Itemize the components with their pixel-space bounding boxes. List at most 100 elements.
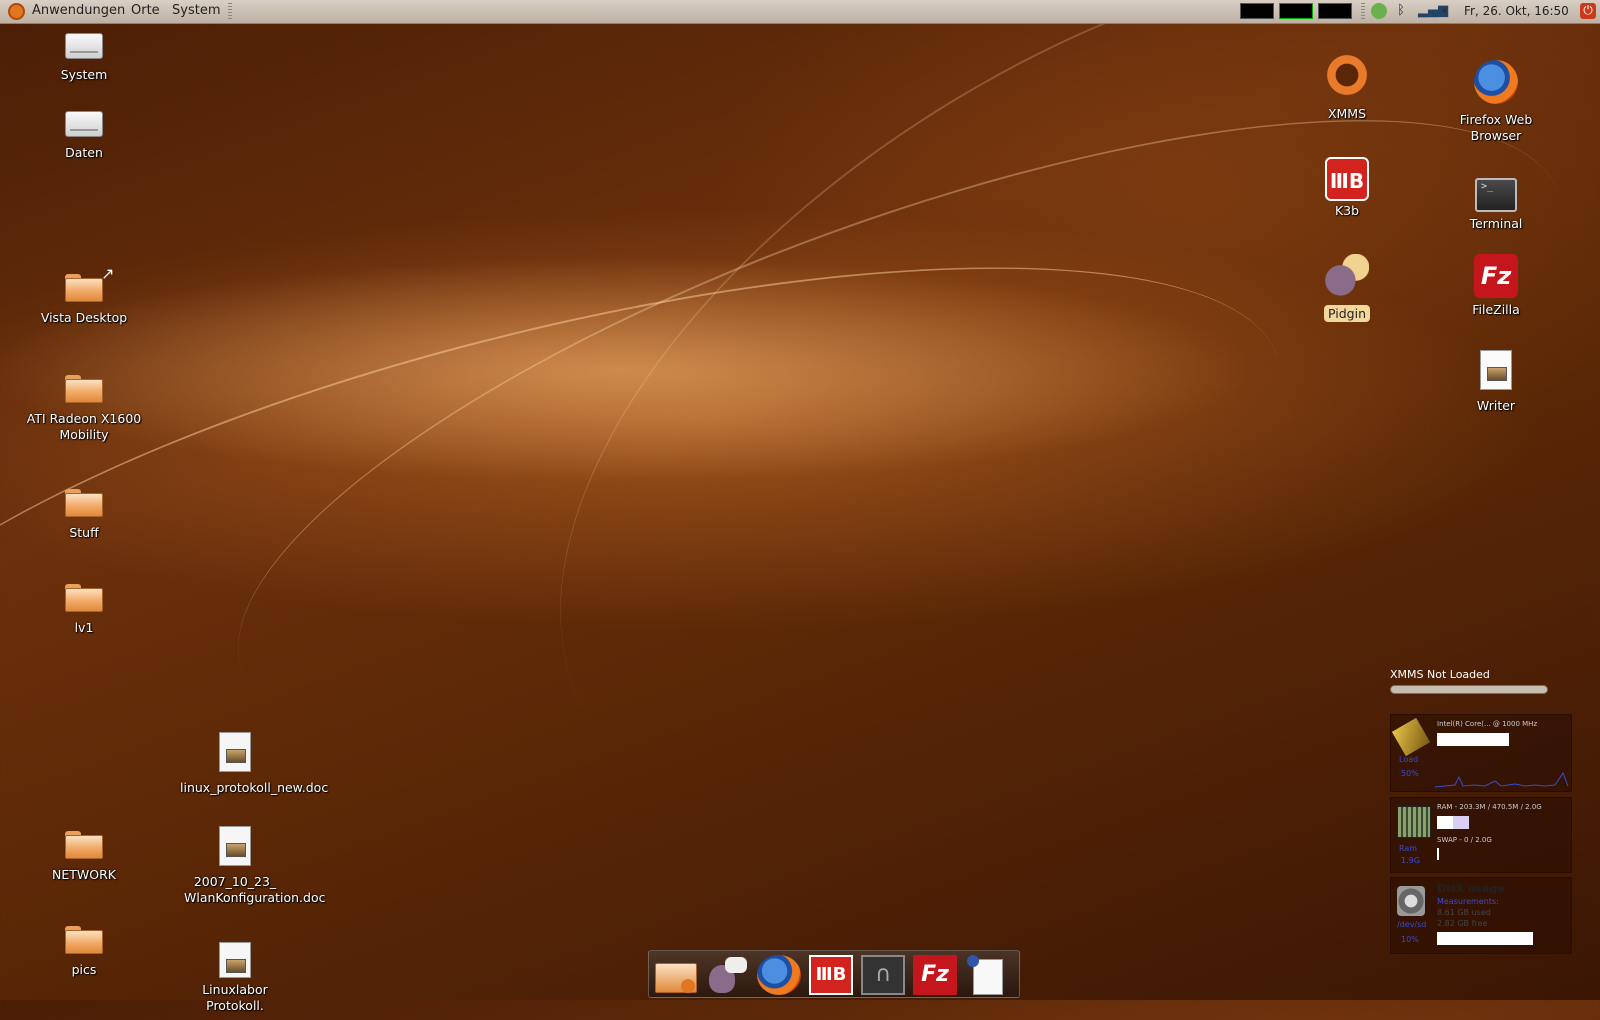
document-icon <box>219 942 251 978</box>
desktop-icon-terminal[interactable]: >_ Terminal <box>1436 178 1556 232</box>
dock-k3b-icon[interactable]: ⅢB <box>809 955 853 995</box>
wallpaper-swoosh <box>170 0 1600 869</box>
conky-disk-widget: Disk usage Measurements: 8.61 GB used 2.… <box>1390 877 1572 954</box>
desktop-icon-vista-desktop[interactable]: ↗ Vista Desktop <box>24 264 144 326</box>
cpu-load-value: 50% <box>1401 769 1419 778</box>
desktop-icon-stuff[interactable]: Stuff <box>24 487 144 541</box>
desktop-icon-pics[interactable]: pics <box>24 924 144 978</box>
ubuntu-circle-icon <box>1324 52 1370 98</box>
top-panel: Anwendungen Orte System ᛒ ▂▄▆ 🔈︎ Fr, 26.… <box>0 0 1600 24</box>
folder-icon <box>65 373 103 403</box>
icon-label: Writer <box>1476 398 1516 413</box>
cpu-load-graph <box>1435 771 1569 788</box>
desktop-icon-firefox[interactable]: Firefox Web Browser <box>1436 60 1556 144</box>
power-icon[interactable]: ⏻ <box>1580 3 1596 19</box>
volume-icon[interactable]: 🔈︎ <box>1442 3 1458 19</box>
folder-icon <box>65 582 103 612</box>
dock-network-manager-icon[interactable]: ∩ <box>861 955 905 995</box>
desktop-icon-writer[interactable]: Writer <box>1436 350 1556 414</box>
memory-monitor-applet[interactable] <box>1279 3 1313 19</box>
dock-firefox-icon[interactable] <box>757 955 801 995</box>
xmms-status: XMMS Not Loaded <box>1390 668 1490 681</box>
icon-label: linux_protokoll_new.doc <box>180 780 329 795</box>
disk-free: 2.82 GB free <box>1437 919 1488 928</box>
status-icon[interactable] <box>1371 3 1387 19</box>
icon-label: K3b <box>1334 203 1360 218</box>
link-arrow-icon: ↗ <box>101 264 115 283</box>
panel-clock[interactable]: Fr, 26. Okt, 16:50 <box>1464 4 1569 18</box>
ram-module-icon <box>1397 806 1431 838</box>
dock-writer-icon[interactable] <box>965 955 1009 995</box>
icon-label: 2007_10_23_ WlanKonfiguration.doc <box>184 874 326 905</box>
desktop-icon-daten[interactable]: Daten <box>24 107 144 161</box>
drive-icon <box>65 111 103 137</box>
desktop-file-wlan-konfiguration[interactable]: 2007_10_23_ WlanKonfiguration.doc <box>172 826 326 906</box>
icon-label: Stuff <box>69 525 99 540</box>
cpu-load-bar <box>1437 733 1509 746</box>
document-icon <box>219 826 251 866</box>
dock-pidgin-icon[interactable] <box>705 955 749 995</box>
signal-strength-icon[interactable]: ▂▄▆ <box>1418 3 1448 19</box>
drive-icon <box>65 33 103 59</box>
panel-drag-handle[interactable] <box>228 3 232 20</box>
cpu-chip-icon <box>1391 717 1431 757</box>
ram-label: Ram <box>1399 844 1418 853</box>
icon-label: Daten <box>65 145 103 160</box>
folder-icon <box>65 487 103 517</box>
conky-ram-widget: RAM - 203.3M / 470.5M / 2.0G SWAP - 0 / … <box>1390 797 1572 873</box>
icon-label: pics <box>71 962 97 977</box>
folder-icon <box>65 829 103 859</box>
dock-filezilla-icon[interactable]: Fz <box>913 955 957 995</box>
desktop-icon-xmms[interactable]: XMMS <box>1287 52 1407 122</box>
disk-usage-bar <box>1437 932 1533 945</box>
disk-measurements-label: Measurements: <box>1437 897 1499 906</box>
xmms-progress-bar[interactable] <box>1390 685 1548 694</box>
folder-link-icon: ↗ <box>65 264 114 302</box>
bluetooth-icon[interactable]: ᛒ <box>1393 3 1409 19</box>
hard-disk-icon <box>1397 886 1425 916</box>
icon-label: ATI Radeon X1600 Mobility <box>26 411 142 442</box>
pidgin-icon <box>1325 254 1369 298</box>
disk-title: Disk usage <box>1437 882 1505 895</box>
ubuntu-logo-icon[interactable] <box>8 3 25 20</box>
document-icon <box>219 732 251 772</box>
writer-document-icon <box>1480 350 1512 390</box>
swap-usage-bar <box>1437 848 1439 860</box>
menu-orte[interactable]: Orte <box>131 3 160 18</box>
ram-usage-bar <box>1437 816 1469 829</box>
pidgin-label: Pidgin <box>1323 305 1370 322</box>
folder-icon <box>65 924 103 954</box>
icon-label: Vista Desktop <box>40 310 128 325</box>
dock-home-folder-icon[interactable] <box>653 955 697 995</box>
desktop-file-linux-protokoll[interactable]: linux_protokoll_new.doc <box>172 732 329 796</box>
desktop-icon-k3b[interactable]: ⅢB K3b <box>1287 157 1407 219</box>
icon-label: Firefox Web Browser <box>1459 112 1533 143</box>
icon-label: System <box>60 67 108 82</box>
cpu-load-label: Load <box>1399 755 1419 764</box>
icon-label: FileZilla <box>1472 302 1520 317</box>
network-monitor-applet[interactable] <box>1318 3 1352 19</box>
icon-label: XMMS <box>1327 106 1367 121</box>
icon-label: Linuxlabor Protokoll. <box>202 982 268 1013</box>
desktop-icon-lv1[interactable]: lv1 <box>24 582 144 636</box>
cpu-monitor-applet[interactable] <box>1240 3 1274 19</box>
k3b-icon: ⅢB <box>1325 157 1369 201</box>
icon-label: lv1 <box>74 620 94 635</box>
desktop-icon-network[interactable]: NETWORK <box>24 829 144 883</box>
desktop-icon-ati-radeon[interactable]: ATI Radeon X1600 Mobility <box>24 373 144 443</box>
icon-label: NETWORK <box>52 867 116 882</box>
conky-cpu-widget: Intel(R) Core(... @ 1000 MHz Load 50% <box>1390 714 1572 792</box>
firefox-icon <box>1474 60 1518 104</box>
desktop-icon-pidgin[interactable]: Pidgin <box>1287 254 1407 322</box>
desktop-icon-system[interactable]: System <box>24 29 144 83</box>
desktop-file-linuxlabor-protokoll[interactable]: Linuxlabor Protokoll. <box>172 942 298 1014</box>
desktop-icon-filezilla[interactable]: Fz FileZilla <box>1436 254 1556 318</box>
menu-anwendungen[interactable]: Anwendungen <box>32 3 125 18</box>
wallpaper-swoosh <box>0 154 1329 928</box>
swap-usage-line: SWAP - 0 / 2.0G <box>1437 836 1492 844</box>
ram-value: 1.9G <box>1401 856 1420 865</box>
panel-drag-handle[interactable] <box>1361 3 1365 20</box>
icon-label: Pidgin <box>1287 305 1407 322</box>
cpu-name: Intel(R) Core(... @ 1000 MHz <box>1437 720 1538 728</box>
menu-system[interactable]: System <box>172 3 220 18</box>
